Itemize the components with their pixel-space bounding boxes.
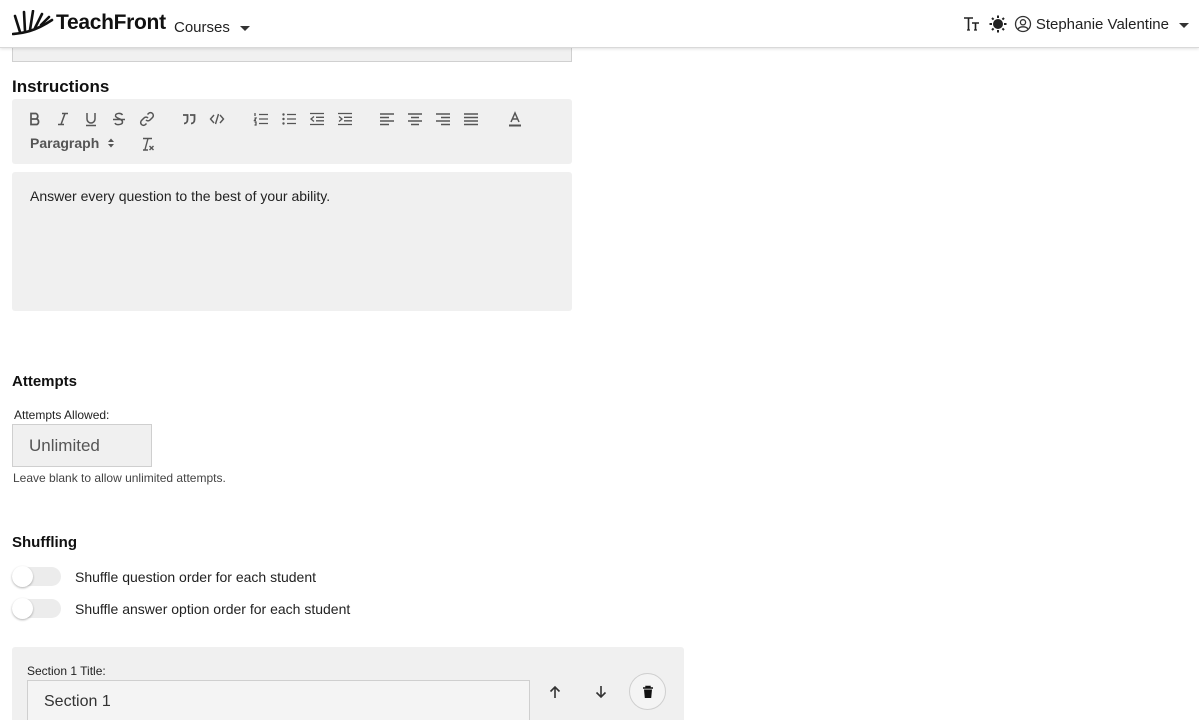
toggle-knob [12,598,33,619]
ordered-list-icon [253,113,268,126]
chevron-down-icon [1179,22,1189,28]
code-button[interactable] [206,108,228,130]
clear-format-icon [143,137,154,151]
underline-icon [86,113,96,127]
shuffle-questions-toggle-row[interactable]: Shuffle question order for each student [12,566,317,587]
code-icon [209,113,225,125]
attempts-allowed-input[interactable] [12,424,152,467]
shuffle-questions-toggle[interactable] [12,566,61,587]
instructions-heading: Instructions [12,77,110,96]
attempts-allowed-label: Attempts Allowed: [14,408,110,422]
justify-icon [464,113,478,126]
chevron-down-icon [239,26,250,31]
outdent-icon [309,112,324,126]
strikethrough-button[interactable] [108,108,130,130]
attempts-help-text: Leave blank to allow unlimited attempts. [13,471,226,485]
paragraph-style-select[interactable]: Paragraph [30,135,115,151]
toggle-knob [12,566,33,587]
user-name: Stephanie Valentine [1035,15,1169,33]
align-center-icon [408,113,422,126]
clear-format-button[interactable] [137,133,159,155]
link-button[interactable] [136,108,158,130]
bold-button[interactable] [24,108,46,130]
paragraph-style-label: Paragraph [30,135,100,151]
attempts-heading: Attempts [12,373,78,390]
text-size-icon [963,17,979,31]
editor-toolbar: Paragraph [12,99,572,164]
shuffle-answers-label: Shuffle answer option order for each stu… [75,600,351,617]
arrow-down-icon [595,686,607,699]
shuffle-answers-toggle[interactable] [12,598,61,619]
italic-button[interactable] [52,108,74,130]
theme-toggle-button[interactable] [988,14,1008,34]
user-avatar-icon [1014,15,1031,33]
underline-button[interactable] [80,108,102,130]
text-size-button[interactable] [962,14,982,34]
link-icon [139,111,155,127]
align-left-button[interactable] [376,108,398,130]
trash-icon [642,685,653,698]
align-left-icon [380,113,394,126]
shuffling-heading: Shuffling [12,534,77,551]
sort-updown-icon [108,138,115,148]
ordered-list-button[interactable] [250,108,272,130]
shuffle-questions-label: Shuffle question order for each student [75,568,317,585]
section-card: Section 1 Title: [12,647,684,720]
bold-icon [30,112,40,126]
indent-icon [338,112,352,126]
align-center-button[interactable] [404,108,426,130]
italic-icon [58,112,68,126]
blockquote-button[interactable] [178,108,200,130]
align-right-icon [436,113,450,126]
justify-button[interactable] [460,108,482,130]
outdent-button[interactable] [306,108,328,130]
blockquote-icon [183,114,196,125]
instructions-text: Answer every question to the best of you… [30,188,331,204]
arrow-up-icon [549,685,561,698]
move-section-up-button[interactable] [541,678,569,706]
user-menu[interactable]: Stephanie Valentine [1014,15,1189,33]
courses-label: Courses [174,19,230,36]
section-title-input[interactable] [27,680,530,720]
text-color-button[interactable] [504,108,526,130]
brand[interactable]: TeachFront [12,10,166,36]
align-right-button[interactable] [432,108,454,130]
courses-dropdown[interactable]: Courses [174,19,250,36]
bullet-list-icon [282,113,296,125]
top-navigation-bar: TeachFront Courses Stephanie Valentine [0,0,1199,48]
strikethrough-icon [113,112,125,126]
text-color-icon [509,111,521,127]
brand-name: TeachFront [56,11,166,34]
instructions-editor[interactable]: Answer every question to the best of you… [12,172,572,311]
indent-button[interactable] [334,108,356,130]
shuffle-answers-toggle-row[interactable]: Shuffle answer option order for each stu… [12,598,351,619]
header-tools: Stephanie Valentine [962,14,1189,34]
bullet-list-button[interactable] [278,108,300,130]
teachfront-logo-icon [12,10,54,36]
section-title-label: Section 1 Title: [27,664,106,678]
delete-section-button[interactable] [629,673,666,710]
move-section-down-button[interactable] [587,678,615,706]
sun-icon [989,15,1007,33]
